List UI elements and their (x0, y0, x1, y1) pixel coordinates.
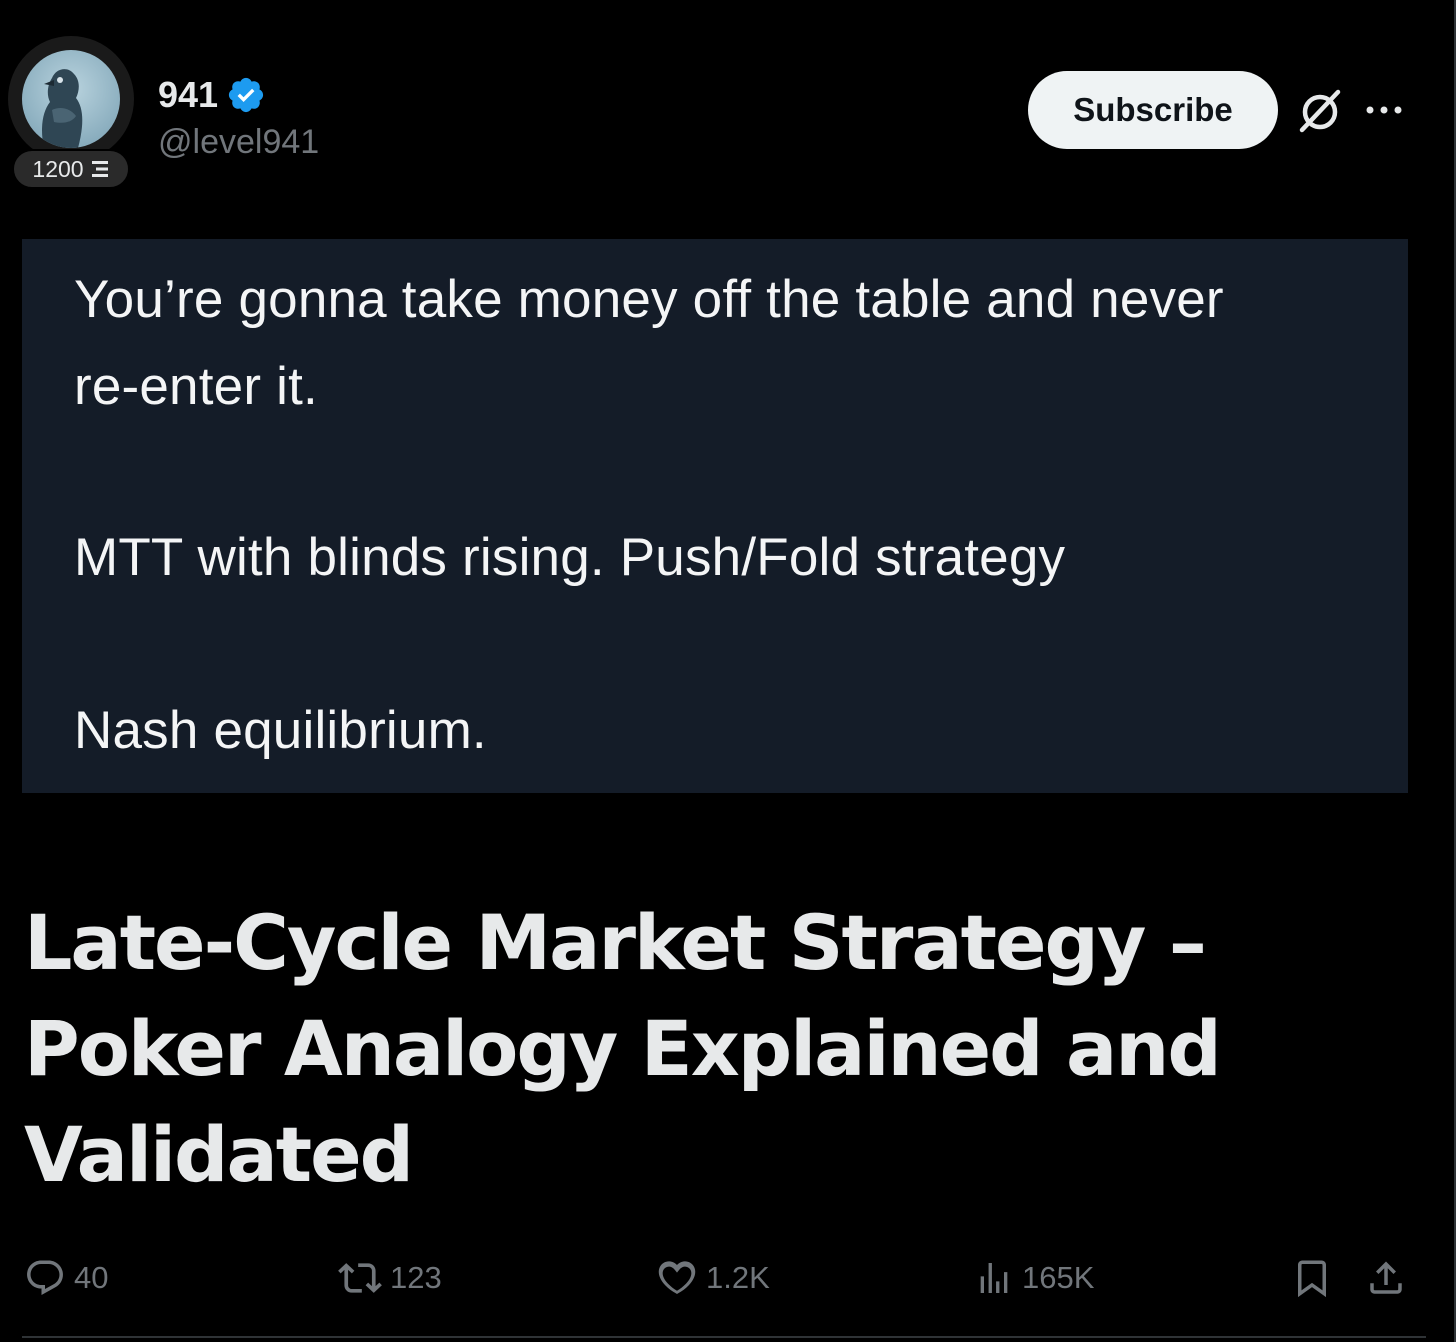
repost-count: 123 (390, 1260, 442, 1295)
level-badge[interactable]: 1200 (12, 149, 130, 189)
views-count: 165K (1022, 1260, 1095, 1295)
display-name-text: 941 (158, 74, 219, 115)
like-icon (658, 1261, 696, 1294)
quote-line: You’re gonna take money off the table an… (74, 270, 1224, 329)
article-title-line: Validated (24, 1110, 414, 1199)
level-badge-value: 1200 (32, 155, 84, 182)
reply-button[interactable]: 40 (24, 1254, 108, 1302)
bottom-divider (22, 1336, 1426, 1338)
bookmark-icon (1298, 1260, 1326, 1298)
bookmark-button[interactable] (1290, 1254, 1334, 1302)
subscribe-button[interactable]: Subscribe (1028, 71, 1278, 149)
handle[interactable]: @level941 (158, 123, 319, 162)
like-count: 1.2K (706, 1260, 770, 1295)
reply-icon (27, 1260, 63, 1295)
share-button[interactable] (1364, 1254, 1408, 1302)
avatar[interactable] (8, 36, 134, 162)
like-button[interactable]: 1.2K (656, 1254, 770, 1302)
grok-icon[interactable] (1296, 86, 1344, 134)
views-icon (980, 1263, 1008, 1293)
avatar-image (22, 50, 120, 148)
quote-line: MTT with blinds rising. Push/Fold strate… (74, 528, 1066, 587)
quoted-text-image[interactable]: You’re gonna take money off the table an… (22, 239, 1408, 793)
article-title[interactable]: Late-Cycle Market Strategy – Poker Analo… (24, 890, 1324, 1208)
repost-button[interactable]: 123 (338, 1254, 442, 1302)
display-name[interactable]: 941 (158, 74, 266, 116)
more-icon[interactable] (1364, 96, 1404, 124)
level-icon (91, 161, 108, 177)
share-icon (1370, 1261, 1402, 1294)
quote-line: Nash equilibrium. (74, 701, 487, 760)
views-button[interactable]: 165K (974, 1254, 1094, 1302)
quote-line: re-enter it. (74, 357, 318, 416)
reply-count: 40 (74, 1260, 109, 1295)
repost-icon (338, 1263, 382, 1293)
article-title-line: Late-Cycle Market Strategy – (24, 898, 1207, 987)
article-title-line: Poker Analogy Explained and (24, 1004, 1222, 1093)
verified-badge-icon (228, 77, 264, 113)
